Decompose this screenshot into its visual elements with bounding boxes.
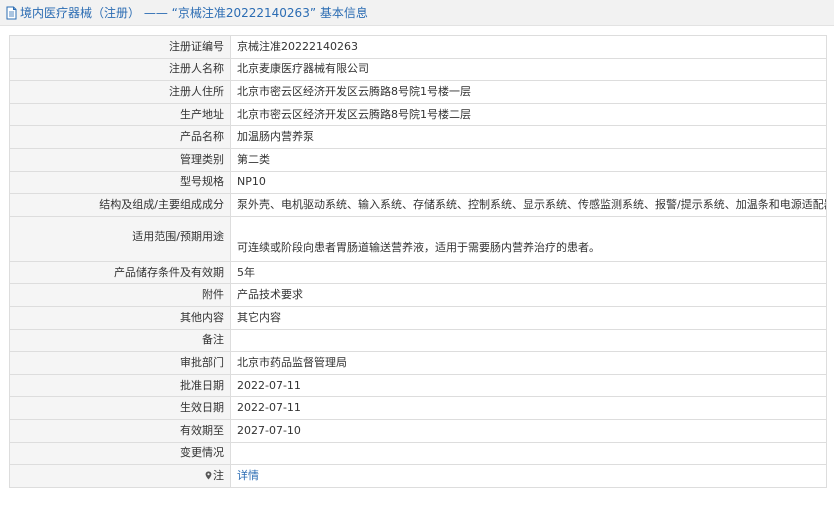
- note-label-cell: 注: [9, 464, 231, 488]
- row-value: 详情: [230, 464, 827, 488]
- row-value: 北京市密云区经济开发区云腾路8号院1号楼一层: [230, 80, 827, 104]
- table-row: 产品储存条件及有效期 5年: [9, 260, 827, 285]
- row-value: 泵外壳、电机驱动系统、输入系统、存储系统、控制系统、显示系统、传感监测系统、报警…: [230, 193, 827, 217]
- page-title: 境内医疗器械（注册） —— “京械注准20222140263” 基本信息: [20, 6, 368, 20]
- table-row: 产品名称 加温肠内营养泵: [9, 125, 827, 149]
- row-label: 注: [213, 468, 224, 482]
- row-value: NP10: [230, 170, 827, 195]
- row-label: 管理类别: [9, 147, 231, 172]
- row-label: 有效期至: [9, 418, 231, 443]
- table-row: 管理类别 第二类: [9, 147, 827, 172]
- row-label: 生效日期: [9, 396, 231, 420]
- table-row: 结构及组成/主要组成成分 泵外壳、电机驱动系统、输入系统、存储系统、控制系统、显…: [9, 193, 827, 217]
- info-table: 注册证编号 京械注准20222140263 注册人名称 北京麦康医疗器械有限公司…: [9, 35, 827, 488]
- table-row: 批准日期 2022-07-11: [9, 373, 827, 398]
- row-value: 北京市药品监督管理局: [230, 351, 827, 375]
- table-row: 审批部门 北京市药品监督管理局: [9, 351, 827, 375]
- table-row: 有效期至 2027-07-10: [9, 418, 827, 443]
- row-value: 京械注准20222140263: [230, 35, 827, 59]
- table-row: 注册人住所 北京市密云区经济开发区云腾路8号院1号楼一层: [9, 80, 827, 104]
- table-row: 注册人名称 北京麦康医疗器械有限公司: [9, 57, 827, 82]
- table-row: 生产地址 北京市密云区经济开发区云腾路8号院1号楼二层: [9, 102, 827, 127]
- table-row: 注册证编号 京械注准20222140263: [9, 35, 827, 59]
- row-label: 备注: [9, 328, 231, 353]
- table-row: 变更情况: [9, 441, 827, 466]
- row-label: 变更情况: [9, 441, 231, 466]
- row-label: 批准日期: [9, 373, 231, 398]
- document-icon: [6, 6, 17, 19]
- row-label: 产品名称: [9, 125, 231, 149]
- row-value: 其它内容: [230, 305, 827, 330]
- row-value: 2022-07-11: [230, 396, 827, 420]
- row-value: 5年: [230, 260, 827, 285]
- info-table-container: 注册证编号 京械注准20222140263 注册人名称 北京麦康医疗器械有限公司…: [9, 35, 827, 488]
- table-row: 适用范围/预期用途 可连续或阶段向患者胃肠道输送营养液，适用于需要肠内营养治疗的…: [9, 215, 827, 262]
- row-value: [230, 328, 827, 353]
- row-label: 产品储存条件及有效期: [9, 260, 231, 285]
- table-row: 型号规格 NP10: [9, 170, 827, 195]
- table-row: 其他内容 其它内容: [9, 305, 827, 330]
- row-label: 型号规格: [9, 170, 231, 195]
- row-label: 适用范围/预期用途: [9, 215, 231, 262]
- table-row: 附件 产品技术要求: [9, 283, 827, 307]
- row-label: 附件: [9, 283, 231, 307]
- row-value: [230, 441, 827, 466]
- row-label: 其他内容: [9, 305, 231, 330]
- row-value: 第二类: [230, 147, 827, 172]
- row-value: 北京市密云区经济开发区云腾路8号院1号楼二层: [230, 102, 827, 127]
- table-row: 注 详情: [9, 464, 827, 488]
- row-label: 结构及组成/主要组成成分: [9, 193, 231, 217]
- row-value: 产品技术要求: [230, 283, 827, 307]
- details-link[interactable]: 详情: [237, 469, 259, 482]
- page-header: 境内医疗器械（注册） —— “京械注准20222140263” 基本信息: [0, 0, 834, 26]
- row-value: 可连续或阶段向患者胃肠道输送营养液，适用于需要肠内营养治疗的患者。: [230, 215, 827, 262]
- row-label: 注册证编号: [9, 35, 231, 59]
- row-value: 2022-07-11: [230, 373, 827, 398]
- row-value: 2027-07-10: [230, 418, 827, 443]
- row-value: 北京麦康医疗器械有限公司: [230, 57, 827, 82]
- row-label: 注册人名称: [9, 57, 231, 82]
- table-row: 备注: [9, 328, 827, 353]
- row-value: 加温肠内营养泵: [230, 125, 827, 149]
- row-label: 生产地址: [9, 102, 231, 127]
- table-row: 生效日期 2022-07-11: [9, 396, 827, 420]
- location-pin-icon: [205, 471, 212, 480]
- row-label: 注册人住所: [9, 80, 231, 104]
- row-label: 审批部门: [9, 351, 231, 375]
